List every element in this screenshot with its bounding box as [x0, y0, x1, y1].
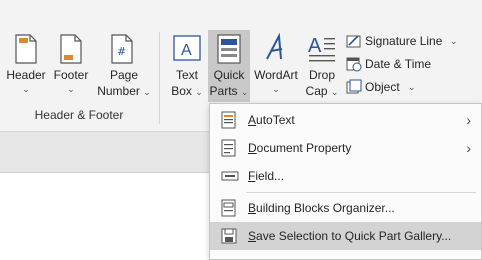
submenu-arrow-icon: › — [466, 140, 471, 156]
menu-separator — [246, 192, 476, 193]
quick-parts-button[interactable]: Quick Parts ⌄ — [208, 30, 250, 102]
autotext-accesskey: A — [248, 113, 257, 127]
calendar-clock-icon — [346, 57, 362, 72]
object-button[interactable]: Object ⌄ — [346, 77, 416, 97]
text-box-label-line2: Box ⌄ — [168, 84, 206, 100]
menu-item-save-selection[interactable]: Save Selection to Quick Part Gallery... — [210, 222, 481, 250]
wordart-button[interactable]: WordArt ⌄ — [252, 30, 300, 100]
building-blocks-icon — [221, 199, 236, 217]
quick-parts-label-line1: Quick — [213, 68, 245, 82]
page-number-label-line2: Number ⌄ — [94, 84, 154, 100]
signature-line-button[interactable]: Signature Line ⌄ — [346, 31, 462, 51]
save-selection-label: Save Selection to Quick Part Gallery... — [248, 222, 451, 250]
quick-parts-label-text: Parts — [209, 84, 238, 98]
page-number-label-text: Number — [97, 84, 140, 98]
document-property-label-rest: ocument Property — [256, 141, 352, 155]
menu-item-field[interactable]: Field... — [210, 162, 481, 190]
drop-cap-label-line2: Cap ⌄ — [302, 84, 342, 100]
header-footer-group-label: Header & Footer — [34, 108, 124, 122]
save-selection-icon — [221, 228, 237, 244]
drop-cap-label-text: Cap — [305, 84, 328, 98]
chevron-down-icon: ⌄ — [240, 87, 249, 97]
svg-text:#: # — [117, 45, 126, 58]
signature-line-icon — [346, 35, 361, 48]
date-time-button[interactable]: Date & Time — [346, 54, 446, 74]
text-box-label-line1: Text — [175, 68, 198, 82]
page-number-icon: # — [111, 34, 133, 64]
building-blocks-label-rest: uilding Blocks Organizer... — [256, 201, 395, 215]
drop-cap-icon: A — [308, 35, 335, 62]
document-property-icon — [221, 139, 236, 157]
quick-parts-menu: AutoText › Document Property › Field... … — [209, 103, 482, 260]
field-icon — [221, 171, 239, 181]
chevron-down-icon: ⌄ — [272, 84, 280, 94]
footer-label: Footer — [53, 68, 89, 82]
header-button[interactable]: Header ⌄ — [4, 30, 48, 100]
building-blocks-accesskey: B — [248, 201, 257, 215]
chevron-down-icon: ⌄ — [195, 87, 203, 97]
drop-cap-button[interactable]: A Drop Cap ⌄ — [302, 30, 342, 100]
submenu-arrow-icon: › — [466, 112, 471, 128]
save-selection-accesskey: S — [248, 229, 257, 243]
menu-item-document-property[interactable]: Document Property › — [210, 134, 481, 162]
date-time-label: Date & Time — [365, 57, 432, 71]
object-label: Object — [365, 80, 400, 94]
field-label-rest: ield... — [255, 169, 285, 183]
text-box-button[interactable]: A Text Box ⌄ — [168, 30, 206, 100]
object-icon — [346, 79, 362, 94]
wordart-label: WordArt — [254, 68, 298, 82]
chevron-down-icon: ⌄ — [143, 87, 151, 97]
autotext-label-rest: utoText — [256, 113, 295, 127]
menu-item-autotext[interactable]: AutoText › — [210, 106, 481, 134]
svg-text:A: A — [308, 35, 322, 57]
save-selection-label-rest: ave Selection to Quick Part Gallery... — [256, 229, 452, 243]
document-property-accesskey: D — [248, 141, 257, 155]
header-page-icon — [15, 34, 37, 64]
wordart-icon — [266, 33, 283, 60]
page-number-label-line1: Page — [109, 68, 139, 82]
signature-line-label: Signature Line — [365, 34, 443, 48]
autotext-icon — [221, 111, 236, 129]
quick-parts-label-line2: Parts ⌄ — [208, 84, 250, 100]
field-label: Field... — [248, 162, 284, 190]
chevron-down-icon: ⌄ — [330, 87, 339, 97]
text-box-icon: A — [173, 35, 201, 61]
document-property-label: Document Property — [248, 134, 351, 162]
text-box-label-text: Box — [171, 84, 192, 98]
autotext-label: AutoText — [248, 106, 295, 134]
drop-cap-label-line1: Drop — [308, 68, 335, 82]
footer-button[interactable]: Footer ⌄ — [50, 30, 92, 100]
header-label: Header — [6, 68, 46, 82]
building-blocks-label: Building Blocks Organizer... — [248, 194, 395, 222]
footer-page-icon — [60, 34, 82, 64]
svg-text:A: A — [181, 42, 192, 59]
chevron-down-icon: ⌄ — [450, 36, 458, 46]
menu-item-building-blocks-organizer[interactable]: Building Blocks Organizer... — [210, 194, 481, 222]
group-separator — [159, 32, 160, 124]
chevron-down-icon: ⌄ — [22, 84, 30, 94]
page-number-button[interactable]: # Page Number ⌄ — [94, 30, 154, 100]
quick-parts-icon — [217, 34, 241, 64]
chevron-down-icon: ⌄ — [408, 82, 416, 92]
chevron-down-icon: ⌄ — [67, 84, 75, 94]
